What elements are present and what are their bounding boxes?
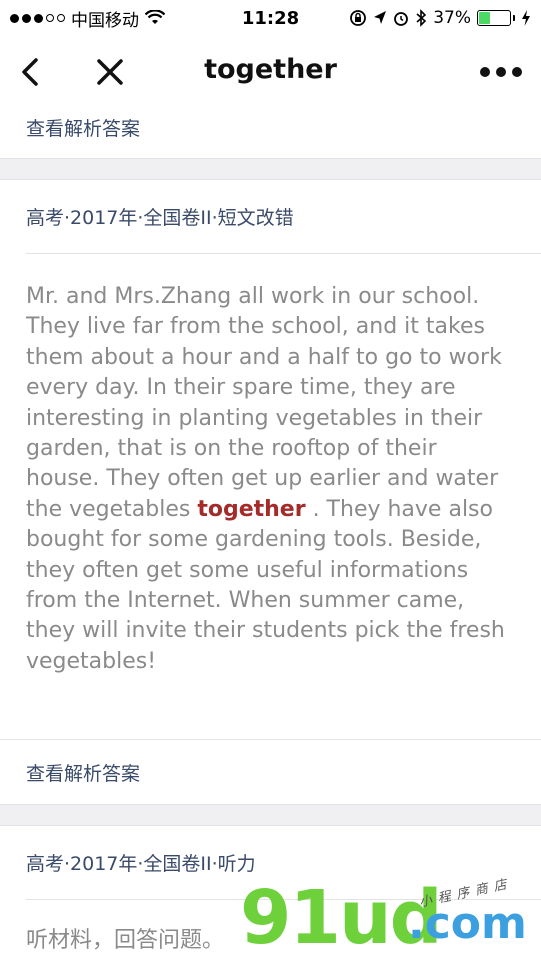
view-answer-link[interactable]: 查看解析答案	[0, 740, 541, 804]
page-title: together	[204, 54, 337, 85]
card-separator	[0, 804, 541, 826]
passage-before: Mr. and Mrs.Zhang all work in our school…	[26, 284, 502, 522]
passage-text: Mr. and Mrs.Zhang all work in our school…	[0, 254, 541, 740]
status-bar: 中国移动 11:28 37%	[0, 0, 541, 36]
battery-percent: 37%	[433, 8, 471, 28]
carrier-name: 中国移动	[71, 10, 139, 31]
question-source: 高考·2017年·全国卷II·短文改错	[26, 180, 541, 254]
status-left: 中国移动	[10, 6, 165, 31]
passage-after: . They have also bought for some gardeni…	[26, 496, 505, 674]
question-list: 查看解析答案 高考·2017年·全国卷II·短文改错 Mr. and Mrs.Z…	[0, 108, 541, 954]
rotation-lock-icon	[350, 10, 367, 26]
status-right: 37%	[349, 8, 531, 28]
navigation-bar: together	[0, 36, 541, 108]
charging-icon	[522, 10, 530, 26]
more-dots-icon[interactable]	[479, 60, 523, 84]
view-answer-link[interactable]: 查看解析答案	[0, 108, 541, 148]
card-separator	[0, 158, 541, 180]
location-icon	[374, 11, 387, 24]
alarm-icon	[394, 12, 409, 26]
wifi-icon	[145, 10, 165, 24]
bluetooth-icon	[416, 9, 427, 27]
battery-icon	[477, 10, 515, 26]
signal-strength-icon	[10, 13, 65, 23]
highlighted-word: together	[197, 496, 306, 522]
site-watermark: 91ud .com 小程序商店	[240, 876, 540, 960]
question-card: 高考·2017年·全国卷II·短文改错 Mr. and Mrs.Zhang al…	[0, 180, 541, 804]
